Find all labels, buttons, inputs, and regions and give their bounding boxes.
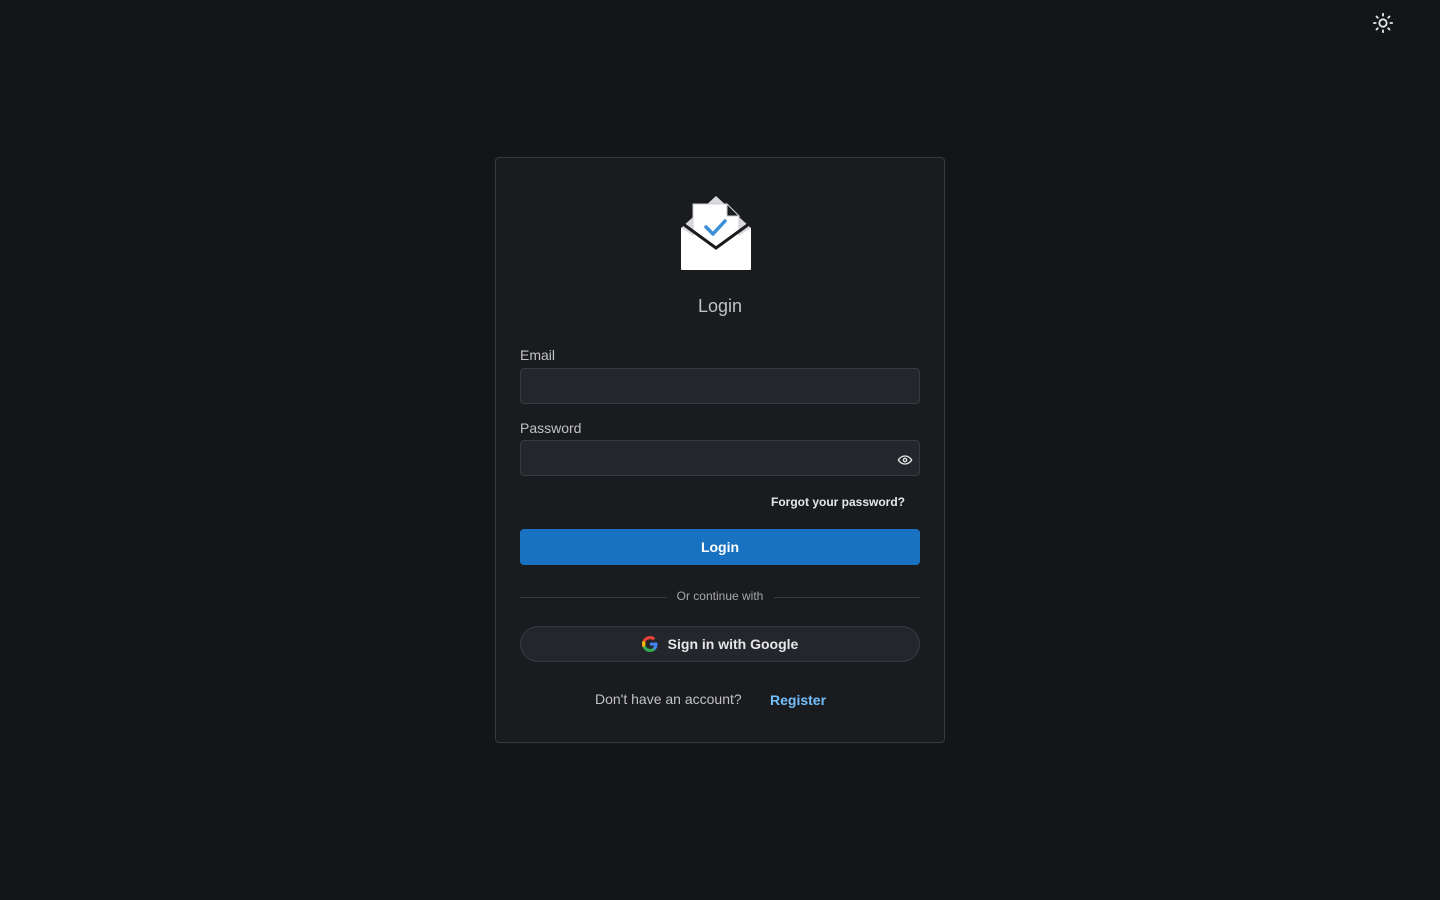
google-sign-in-button[interactable]: Sign in with Google xyxy=(520,626,920,662)
no-account-text: Don't have an account? xyxy=(595,691,742,707)
eye-icon xyxy=(897,455,913,465)
sun-icon xyxy=(1372,12,1394,34)
theme-toggle-button[interactable] xyxy=(1369,9,1397,37)
page-title: Login xyxy=(697,296,743,316)
toggle-password-visibility-button[interactable] xyxy=(894,449,916,471)
email-label: Email xyxy=(520,347,556,363)
forgot-password-link[interactable]: Forgot your password? xyxy=(771,495,905,509)
email-input[interactable] xyxy=(520,368,920,404)
envelope-check-icon xyxy=(681,196,751,270)
password-label: Password xyxy=(520,420,582,436)
google-sign-in-label: Sign in with Google xyxy=(667,636,799,652)
google-icon xyxy=(641,636,658,652)
password-input[interactable] xyxy=(520,440,920,476)
divider-line-right xyxy=(774,597,920,598)
login-button[interactable]: Login xyxy=(520,529,920,565)
register-link[interactable]: Register xyxy=(770,692,826,708)
login-card: Login Email Password Forgot your passwor… xyxy=(495,157,945,743)
divider-label: Or continue with xyxy=(676,589,764,603)
